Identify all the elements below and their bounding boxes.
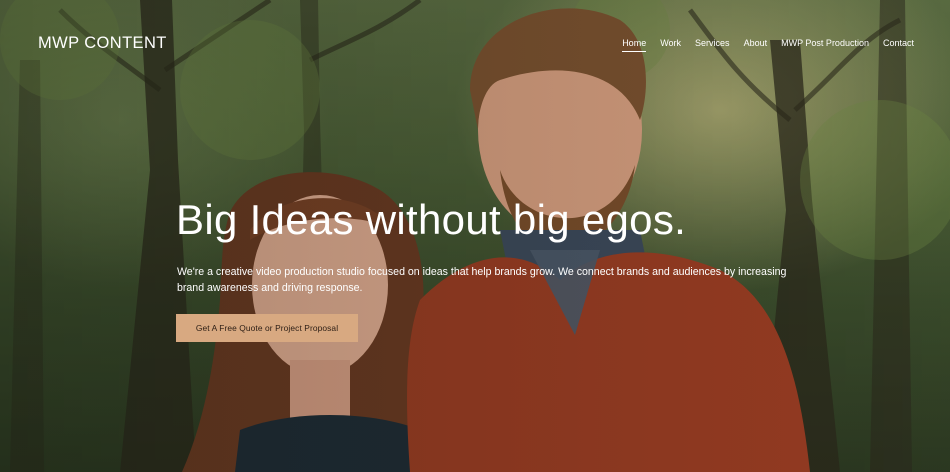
nav-item-mwp-post-production[interactable]: MWP Post Production (781, 38, 869, 51)
hero-section: MWP CONTENT Home Work Services About MWP… (0, 0, 950, 472)
site-logo[interactable]: MWP CONTENT (38, 34, 167, 53)
hero-subcopy: We're a creative video production studio… (177, 266, 787, 294)
hero-headline: Big Ideas without big egos. (176, 196, 687, 243)
nav-item-work[interactable]: Work (660, 38, 681, 51)
nav-item-services[interactable]: Services (695, 38, 730, 51)
main-nav: Home Work Services About MWP Post Produc… (622, 38, 914, 52)
free-quote-button[interactable]: Get A Free Quote or Project Proposal (176, 314, 358, 342)
nav-item-about[interactable]: About (744, 38, 768, 51)
nav-item-home[interactable]: Home (622, 38, 647, 52)
nav-item-contact[interactable]: Contact (883, 38, 914, 51)
